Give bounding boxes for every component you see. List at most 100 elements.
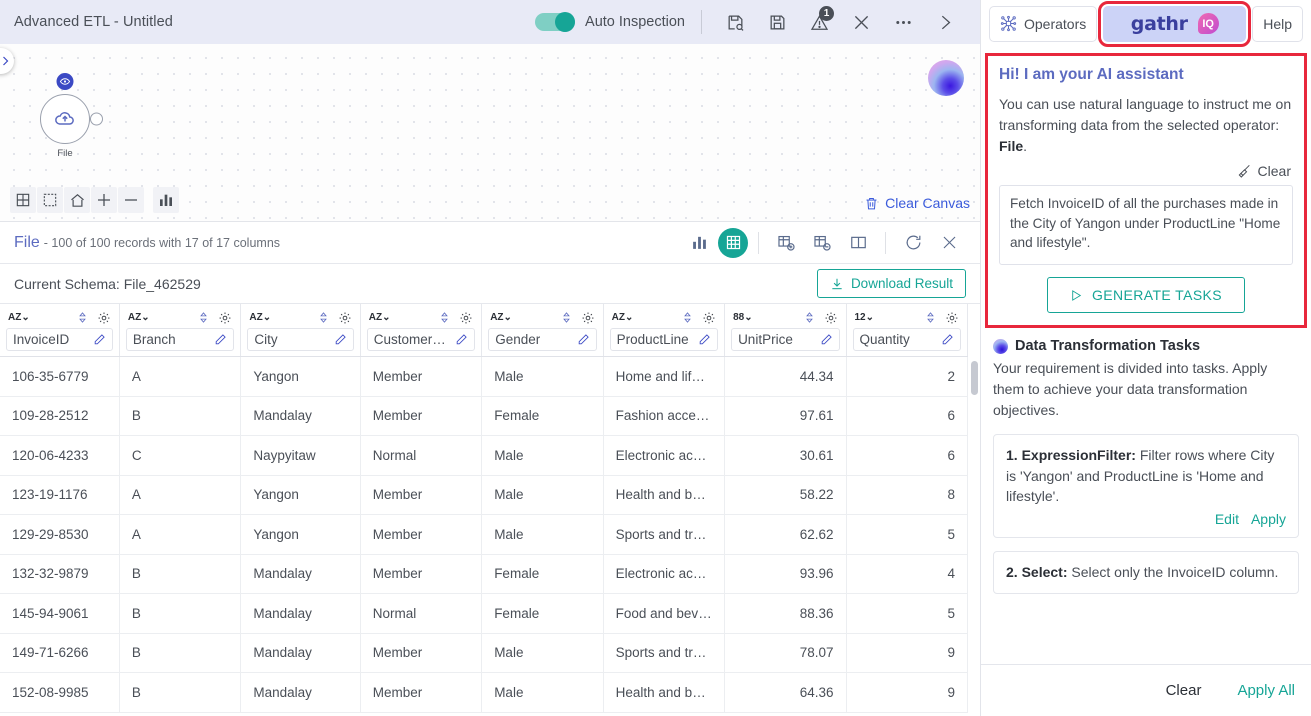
column-header-city[interactable]: AZ⌄ City (240, 304, 361, 357)
table-row[interactable]: 106-35-6779 A Yangon Member Male Home and lif… (0, 356, 968, 397)
column-sort-icon[interactable] (560, 311, 573, 324)
column-sort-icon[interactable] (803, 311, 816, 324)
column-edit-icon[interactable] (571, 333, 590, 346)
column-settings-icon[interactable] (581, 311, 595, 325)
tasks-heading: Data Transformation Tasks (993, 338, 1299, 354)
task-edit-button[interactable]: Edit (1215, 511, 1239, 527)
table-cell: Male (481, 435, 604, 476)
clear-tasks-button[interactable]: Clear (1166, 682, 1202, 699)
table-row[interactable]: 152-08-9985 B Mandalay Member Male Health and… (0, 672, 968, 713)
table-row[interactable]: 120-06-4233 C Naypyitaw Normal Male Electroni… (0, 435, 968, 476)
column-name-field[interactable]: Quantity (852, 328, 961, 351)
column-header-productline[interactable]: AZ⌄ ProductLine (603, 304, 726, 357)
pipeline-canvas[interactable]: File Clear Canvas (0, 44, 980, 222)
column-name-field[interactable]: ProductLine (609, 328, 719, 351)
split-view-icon[interactable] (841, 226, 875, 260)
download-result-button[interactable]: Download Result (816, 269, 966, 298)
column-edit-icon[interactable] (814, 333, 833, 346)
column-settings-icon[interactable] (459, 311, 473, 325)
column-header-branch[interactable]: AZ⌄ Branch (119, 304, 242, 357)
table-row[interactable]: 109-28-2512 B Mandalay Member Female Fashion … (0, 396, 968, 436)
generate-tasks-button[interactable]: GENERATE TASKS (1046, 277, 1246, 313)
column-settings-icon[interactable] (824, 311, 838, 325)
home-icon[interactable] (64, 187, 90, 213)
column-edit-icon[interactable] (692, 333, 711, 346)
column-sort-icon[interactable] (76, 311, 89, 324)
table-cell: 97.61 (724, 396, 847, 436)
column-name-field[interactable]: InvoiceID (6, 328, 113, 351)
column-settings-icon[interactable] (338, 311, 352, 325)
auto-inspection-toggle[interactable] (535, 12, 576, 32)
table-row[interactable]: 132-32-9879 B Mandalay Member Female Electron… (0, 554, 968, 594)
grid-view-icon[interactable] (10, 187, 36, 213)
column-edit-icon[interactable] (449, 333, 468, 346)
add-column-icon[interactable] (769, 226, 803, 260)
more-options-icon[interactable] (886, 5, 920, 39)
column-sort-icon[interactable] (197, 311, 210, 324)
clear-prompt-button[interactable]: Clear (999, 163, 1291, 179)
chart-view-icon[interactable] (682, 226, 716, 260)
collapse-panel-icon[interactable] (0, 48, 14, 74)
expand-right-icon[interactable] (928, 5, 962, 39)
task-apply-button[interactable]: Apply (1251, 511, 1286, 527)
table-row[interactable]: 129-29-8530 A Yangon Member Male Sports and t… (0, 514, 968, 555)
column-name-field[interactable]: Branch (125, 328, 235, 351)
chart-icon[interactable] (153, 187, 179, 213)
grid-view-icon[interactable] (718, 227, 748, 258)
column-edit-icon[interactable] (328, 333, 347, 346)
remove-column-icon[interactable] (805, 226, 839, 260)
close-icon[interactable] (844, 5, 878, 39)
column-header-unitprice[interactable]: 88⌄ UnitPrice (724, 304, 847, 357)
close-panel-icon[interactable] (932, 226, 966, 260)
canvas-node-file[interactable]: File (22, 73, 108, 159)
zoom-in-icon[interactable] (91, 187, 117, 213)
column-sort-icon[interactable] (438, 311, 451, 324)
table-cell: 149-71-6266 (0, 633, 120, 673)
table-row[interactable]: 123-19-1176 A Yangon Member Male Health and b… (0, 475, 968, 515)
prompt-input[interactable]: Fetch InvoiceID of all the purchases mad… (999, 185, 1293, 265)
inspect-save-icon[interactable] (718, 5, 752, 39)
data-grid[interactable]: AZ⌄ InvoiceID AZ⌄ Branch AZ⌄ City AZ⌄ CustomerT… (0, 304, 980, 716)
column-header-quantity[interactable]: 12⌄ Quantity (846, 304, 968, 357)
tab-help[interactable]: Help (1252, 5, 1303, 42)
column-name-field[interactable]: CustomerTy… (366, 328, 476, 351)
column-sort-icon[interactable] (681, 311, 694, 324)
scrollbar-thumb[interactable] (971, 361, 978, 395)
selection-icon[interactable] (37, 187, 63, 213)
warning-icon[interactable]: 1 (802, 5, 836, 39)
column-settings-icon[interactable] (97, 311, 111, 325)
node-circle[interactable] (40, 73, 103, 144)
column-sort-icon[interactable] (317, 311, 330, 324)
table-cell: B (119, 554, 242, 594)
table-row[interactable]: 149-71-6266 B Mandalay Member Male Sports and… (0, 633, 968, 673)
column-edit-icon[interactable] (87, 333, 106, 346)
ai-assistant-orb-icon[interactable] (928, 60, 964, 96)
column-name-field[interactable]: UnitPrice (731, 328, 840, 351)
tab-operators[interactable]: Operators (989, 5, 1098, 42)
column-header-customerty[interactable]: AZ⌄ CustomerTy… (360, 304, 483, 357)
save-icon[interactable] (760, 5, 794, 39)
clear-canvas-button[interactable]: Clear Canvas (864, 195, 970, 211)
column-name-field[interactable]: City (247, 328, 354, 351)
apply-all-button[interactable]: Apply All (1237, 682, 1295, 699)
node-output-port[interactable] (90, 112, 103, 126)
column-settings-icon[interactable] (945, 311, 959, 325)
column-header-gender[interactable]: AZ⌄ Gender (481, 304, 604, 357)
table-row[interactable]: 145-94-9061 B Mandalay Normal Female Food and… (0, 593, 968, 634)
table-cell: Member (360, 475, 483, 515)
gathr-iq-panel: Operators gathr IQ Help Hi! I am your AI… (980, 0, 1311, 716)
column-edit-icon[interactable] (208, 333, 227, 346)
table-vertical-scrollbar[interactable] (971, 361, 978, 716)
column-settings-icon[interactable] (702, 311, 716, 325)
zoom-out-icon[interactable] (118, 187, 144, 213)
table-cell: Mandalay (240, 672, 361, 713)
column-header-invoiceid[interactable]: AZ⌄ InvoiceID (0, 304, 120, 357)
column-name-field[interactable]: Gender (488, 328, 597, 351)
column-edit-icon[interactable] (935, 333, 954, 346)
refresh-icon[interactable] (896, 226, 930, 260)
node-inspect-icon[interactable] (56, 73, 74, 90)
column-sort-icon[interactable] (924, 311, 937, 324)
column-settings-icon[interactable] (218, 311, 232, 325)
ai-orb-icon (993, 338, 1008, 354)
tab-gathr-iq[interactable]: gathr IQ (1098, 0, 1252, 47)
